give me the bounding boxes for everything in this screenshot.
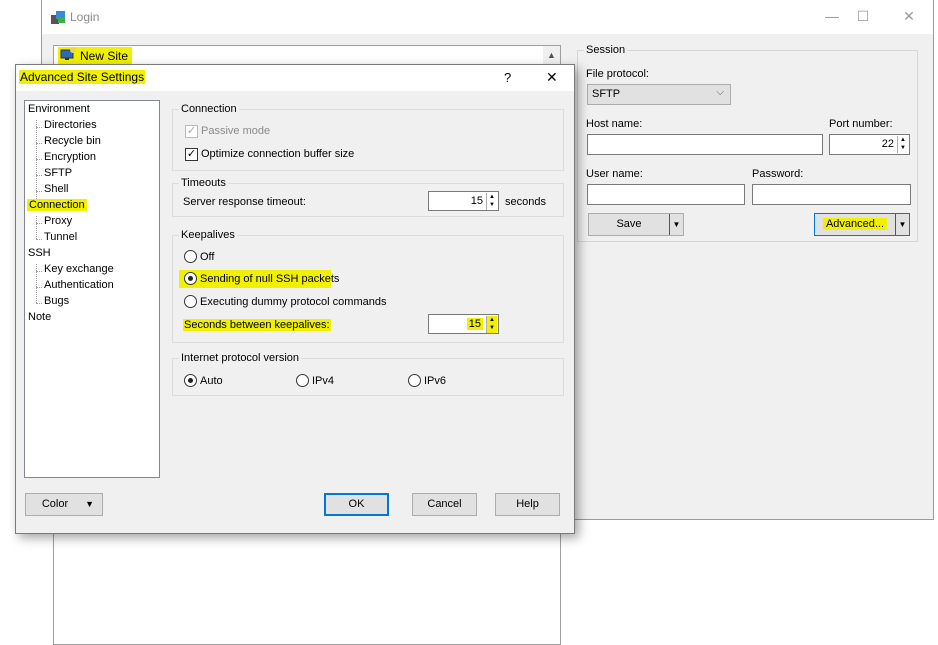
maximize-button[interactable]: ☐ (848, 8, 878, 25)
save-dropdown-arrow[interactable]: ▼ (669, 214, 683, 235)
user-name-input[interactable] (587, 184, 745, 205)
tree-connector (36, 271, 42, 272)
ip-version-group-title: Internet protocol version (179, 352, 302, 364)
keepalives-group: Keepalives Off Sending of null SSH packe… (172, 229, 564, 343)
tree-item-authentication[interactable]: Authentication (44, 279, 114, 291)
ip-auto-radio[interactable] (184, 374, 197, 387)
keepalive-spin[interactable]: ▲ ▼ (486, 316, 497, 333)
session-group-title: Session (584, 44, 628, 56)
seconds-between-label: Seconds between keepalives: (183, 319, 331, 331)
advanced-title-bar: Advanced Site Settings ? ✕ (16, 65, 574, 91)
keepalive-seconds-stepper[interactable]: 15 ▲ ▼ (428, 314, 499, 334)
advanced-site-settings-dialog: Advanced Site Settings ? ✕ Environment Di… (15, 64, 575, 534)
ipv4-radio[interactable] (296, 374, 309, 387)
passive-mode-label: Passive mode (201, 125, 271, 137)
minimize-button[interactable]: — (817, 8, 847, 24)
login-title-bar: Login — ☐ ✕ (42, 0, 933, 34)
help-icon[interactable]: ? (504, 70, 511, 85)
tree-connector (36, 127, 42, 128)
port-number-stepper[interactable]: 22 ▲ ▼ (829, 134, 910, 155)
login-title: Login (70, 10, 100, 24)
keepalive-off-label: Off (200, 251, 215, 263)
password-input[interactable] (752, 184, 911, 205)
tree-item-shell[interactable]: Shell (44, 183, 68, 195)
connection-group-title: Connection (179, 103, 239, 115)
tree-item-note[interactable]: Note (28, 311, 51, 323)
tree-connector (36, 216, 37, 239)
tree-item-sftp[interactable]: SFTP (44, 167, 72, 179)
file-protocol-select[interactable]: SFTP ⌵ (587, 84, 731, 105)
advanced-button[interactable]: Advanced... ▼ (814, 213, 910, 236)
save-button[interactable]: Save ▼ (588, 213, 684, 236)
ipv6-label: IPv6 (424, 375, 447, 387)
optimize-buffer-label: Optimize connection buffer size (201, 148, 355, 160)
login-app-icon (50, 9, 66, 25)
monitor-new-icon (60, 47, 76, 64)
color-dropdown-arrow: ▼ (85, 499, 94, 509)
connection-group: Connection ✓ Passive mode ✓ Optimize con… (172, 103, 564, 171)
close-button[interactable]: ✕ (894, 8, 924, 25)
cancel-button[interactable]: Cancel (412, 493, 477, 516)
session-group: Session File protocol: SFTP ⌵ Host name:… (577, 44, 918, 242)
keepalive-off-radio[interactable] (184, 250, 197, 263)
tree-item-key-exchange[interactable]: Key exchange (44, 263, 114, 275)
site-label: New Site (80, 48, 129, 63)
port-number-label: Port number: (829, 118, 893, 130)
tree-item-environment[interactable]: Environment (28, 103, 90, 115)
keepalives-group-title: Keepalives (179, 229, 237, 241)
optimize-buffer-checkbox[interactable]: ✓ (185, 148, 198, 161)
tree-connector (36, 120, 37, 207)
timeouts-group: Timeouts Server response timeout: 15 ▲ ▼ … (172, 177, 564, 217)
timeouts-group-title: Timeouts (179, 177, 228, 189)
advanced-dropdown-arrow[interactable]: ▼ (895, 214, 909, 235)
site-list-item-new-site[interactable]: New Site (58, 47, 133, 64)
tree-item-ssh[interactable]: SSH (28, 247, 51, 259)
user-name-label: User name: (586, 168, 643, 180)
advanced-title: Advanced Site Settings (19, 70, 146, 84)
help-button[interactable]: Help (495, 493, 560, 516)
timeout-spin[interactable]: ▲ ▼ (486, 193, 497, 210)
settings-tree[interactable]: Environment Directories Recycle bin Encrypt… (24, 100, 160, 478)
tree-item-proxy[interactable]: Proxy (44, 215, 72, 227)
server-response-label: Server response timeout: (183, 196, 306, 208)
scroll-up-button[interactable]: ▲ (543, 46, 560, 64)
tree-connector (36, 175, 42, 176)
tree-connector (36, 239, 42, 240)
dummy-commands-radio[interactable] (184, 295, 197, 308)
ok-button[interactable]: OK (324, 493, 389, 516)
port-spin[interactable]: ▲ ▼ (897, 136, 908, 153)
tree-connector (36, 223, 42, 224)
chevron-down-icon: ⌵ (716, 87, 724, 98)
password-label: Password: (752, 168, 804, 180)
ipv4-label: IPv4 (312, 375, 335, 387)
tree-item-bugs[interactable]: Bugs (44, 295, 69, 307)
tree-item-tunnel[interactable]: Tunnel (44, 231, 77, 243)
passive-mode-checkbox[interactable]: ✓ (185, 125, 198, 138)
server-response-stepper[interactable]: 15 ▲ ▼ (428, 191, 499, 211)
null-packets-label: Sending of null SSH packets (200, 273, 340, 285)
host-name-label: Host name: (586, 118, 643, 130)
dialog-close-icon[interactable]: ✕ (546, 69, 558, 86)
tree-connector (36, 287, 42, 288)
ipv6-radio[interactable] (408, 374, 421, 387)
color-button[interactable]: Color ▼ (25, 493, 103, 516)
file-protocol-label: File protocol: (586, 68, 649, 80)
tree-connector (36, 191, 42, 192)
tree-item-recycle-bin[interactable]: Recycle bin (44, 135, 101, 147)
seconds-unit-label: seconds (505, 196, 546, 208)
tree-connector (36, 143, 42, 144)
tree-item-encryption[interactable]: Encryption (44, 151, 96, 163)
ip-version-group: Internet protocol version Auto IPv4 IPv6 (172, 352, 564, 396)
tree-item-connection[interactable]: Connection (27, 199, 87, 211)
ip-auto-label: Auto (200, 375, 223, 387)
tree-item-directories[interactable]: Directories (44, 119, 97, 131)
tree-connector (36, 303, 42, 304)
tree-connector (36, 159, 42, 160)
host-name-input[interactable] (587, 134, 823, 155)
null-packets-radio[interactable] (184, 272, 197, 285)
tree-connector (36, 264, 37, 303)
dummy-commands-label: Executing dummy protocol commands (200, 296, 387, 308)
